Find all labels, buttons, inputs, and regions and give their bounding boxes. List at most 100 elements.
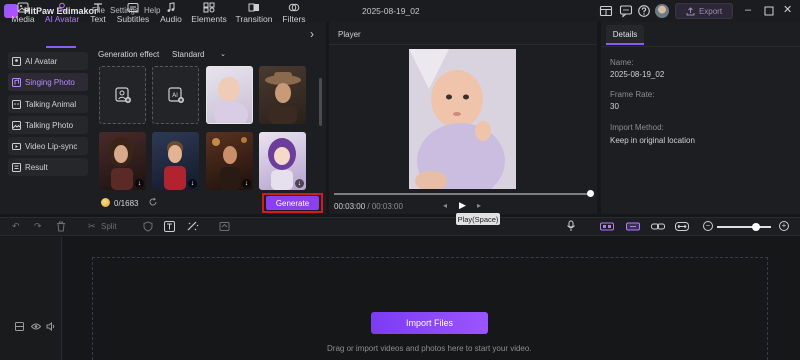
sidebar-item-ai-avatar[interactable]: AI Avatar — [8, 52, 88, 70]
divider — [329, 44, 597, 45]
magnet-toggle-icon[interactable] — [626, 221, 640, 232]
help-icon[interactable] — [637, 4, 651, 18]
generation-effect-label: Generation effect — [98, 50, 160, 59]
next-frame-icon[interactable]: ▸ — [477, 201, 481, 210]
template-thumbnail-cowboy[interactable] — [259, 66, 306, 124]
transition-icon — [248, 3, 259, 12]
sidebar-item-result[interactable]: Result — [8, 158, 88, 176]
download-icon[interactable]: ↓ — [295, 179, 304, 188]
template-thumbnail-singer-stage[interactable]: ↓ — [206, 132, 253, 190]
undo-icon[interactable]: ↶ — [12, 221, 20, 232]
result-icon — [12, 162, 21, 172]
download-icon[interactable]: ↓ — [242, 179, 251, 188]
details-panel — [601, 22, 800, 214]
player-title: Player — [338, 30, 361, 39]
export-icon — [686, 6, 695, 15]
previous-frame-icon[interactable]: ◂ — [443, 201, 447, 210]
sidebar-item-singing-photo[interactable]: Singing Photo — [8, 73, 88, 91]
video-preview[interactable] — [409, 49, 516, 189]
divider — [601, 46, 800, 47]
generation-effect-select[interactable]: Standard ⌄ — [166, 48, 228, 60]
crop-icon[interactable] — [219, 221, 230, 232]
maximize-icon[interactable] — [764, 6, 774, 16]
subtitles-icon — [127, 3, 139, 12]
tab-subtitles[interactable]: Subtitles — [116, 0, 150, 26]
eye-icon[interactable] — [31, 322, 41, 331]
template-thumbnail-singer-boy[interactable]: ↓ — [152, 132, 199, 190]
time-separator: / — [365, 202, 372, 211]
ai-edit-icon[interactable] — [187, 221, 199, 232]
tab-audio[interactable]: Audio — [158, 0, 184, 26]
media-icon — [17, 2, 29, 13]
template-thumbnail-singer-woman[interactable]: ↓ — [99, 132, 146, 190]
coin-icon — [101, 198, 110, 207]
template-thumbnail-anime-girl[interactable]: ↓ — [259, 132, 306, 190]
split-icon[interactable]: ✂ — [88, 221, 96, 232]
play-icon[interactable]: ▶ — [459, 200, 466, 211]
export-label: Export — [698, 6, 723, 16]
tab-elements-label: Elements — [191, 14, 227, 24]
frame-rate-value: 30 — [610, 102, 619, 111]
zoom-in-icon[interactable]: + — [779, 221, 789, 231]
import-method-label: Import Method: — [610, 123, 664, 132]
download-icon[interactable]: ↓ — [135, 179, 144, 188]
filters-icon — [288, 3, 300, 12]
export-button[interactable]: Export — [675, 3, 733, 19]
import-files-button[interactable]: Import Files — [371, 312, 488, 334]
import-method-value: Keep in original location — [610, 136, 695, 145]
tab-text[interactable]: Text — [88, 0, 108, 26]
shield-icon[interactable] — [143, 221, 153, 232]
current-time: 00:03:00 — [334, 202, 366, 211]
sidebar-item-label: Video Lip-sync — [25, 141, 78, 151]
sidebar-item-talking-animal[interactable]: Talking Animal — [8, 95, 88, 113]
split-label[interactable]: Split — [101, 222, 117, 231]
delete-icon[interactable] — [56, 221, 66, 232]
upload-audio-tile[interactable]: AI — [152, 66, 199, 124]
text-box-icon[interactable] — [164, 221, 175, 232]
sidebar-item-label: Singing Photo — [25, 77, 75, 87]
microphone-icon[interactable] — [566, 220, 576, 232]
playback-progress-bar[interactable] — [334, 193, 591, 195]
generation-effect-value: Standard — [172, 49, 205, 59]
zoom-slider-handle[interactable] — [752, 223, 760, 231]
track-layout-icon[interactable] — [15, 322, 24, 331]
tab-media-label: Media — [11, 14, 35, 24]
speaker-icon[interactable] — [46, 322, 56, 331]
user-avatar[interactable] — [655, 4, 669, 18]
tab-ai-avatar[interactable]: AI Avatar — [44, 0, 80, 26]
close-icon[interactable]: ✕ — [783, 5, 792, 16]
minimize-icon[interactable]: – — [745, 5, 751, 16]
tab-media[interactable]: Media — [10, 0, 36, 26]
feedback-icon[interactable] — [619, 4, 633, 18]
tab-transition[interactable]: Transition — [235, 0, 273, 26]
credits-counter: 0/1683 — [114, 199, 139, 208]
snap-toggle-icon[interactable] — [600, 221, 614, 232]
tab-subtitles-label: Subtitles — [116, 14, 150, 24]
download-icon[interactable]: ↓ — [188, 179, 197, 188]
generate-button[interactable]: Generate — [266, 196, 319, 210]
tab-filters[interactable]: Filters — [281, 0, 307, 26]
template-scrollbar[interactable] — [319, 78, 322, 126]
tab-transition-label: Transition — [235, 14, 273, 24]
zoom-slider[interactable] — [717, 226, 771, 228]
link-clips-icon[interactable] — [651, 221, 665, 232]
sidebar-item-label: Result — [25, 162, 48, 172]
refresh-icon[interactable] — [148, 197, 158, 207]
layout-icon[interactable] — [599, 4, 613, 18]
zoom-out-icon[interactable]: − — [703, 221, 713, 231]
sidebar-item-video-lip-sync[interactable]: Video Lip-sync — [8, 137, 88, 155]
playback-scrubber-handle[interactable] — [587, 190, 594, 197]
sidebar-item-talking-photo[interactable]: Talking Photo — [8, 116, 88, 134]
timecode: 00:03:00 / 00:03:00 — [334, 202, 403, 211]
tab-audio-label: Audio — [160, 14, 182, 24]
name-label: Name: — [610, 58, 634, 67]
tab-elements[interactable]: Elements — [190, 0, 228, 26]
upload-photo-tile[interactable] — [99, 66, 146, 124]
chevron-right-icon[interactable]: › — [310, 27, 314, 41]
fit-timeline-icon[interactable] — [675, 221, 689, 232]
tab-details[interactable]: Details — [606, 25, 644, 45]
template-thumbnail-baby[interactable] — [206, 66, 253, 124]
video-lipsync-icon — [12, 142, 21, 150]
tab-filters-label: Filters — [282, 14, 306, 24]
redo-icon[interactable]: ↷ — [34, 221, 42, 232]
